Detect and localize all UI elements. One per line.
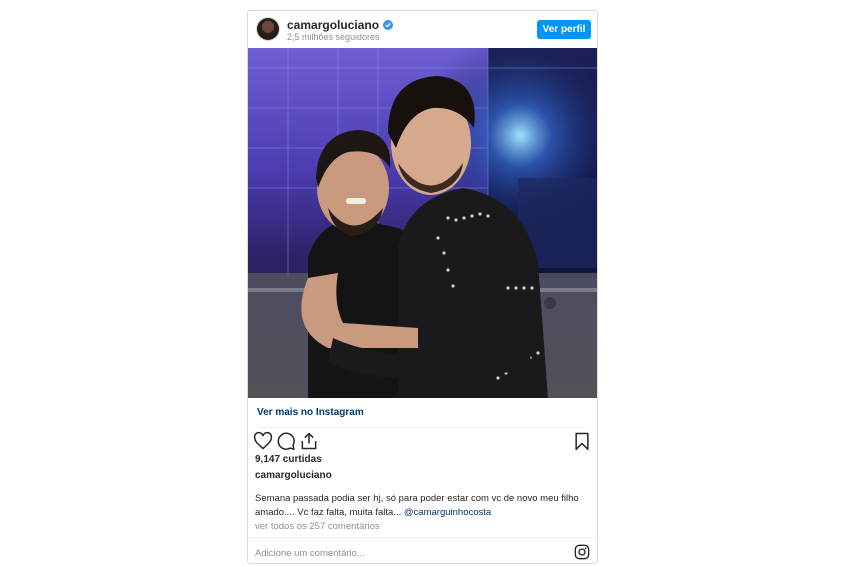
- divider: [248, 537, 597, 538]
- comment-icon[interactable]: [276, 431, 296, 451]
- divider: [257, 427, 588, 428]
- verified-badge-icon: [383, 20, 394, 30]
- caption-username[interactable]: camargoluciano: [255, 470, 332, 481]
- view-more-on-instagram-link[interactable]: Ver mais no Instagram: [257, 407, 364, 418]
- instagram-embed-card: camargoluciano 2,5 milhões seguidores Ve…: [247, 10, 598, 564]
- post-photo-image: [248, 48, 597, 398]
- like-count[interactable]: 9,147 curtidas: [255, 454, 322, 465]
- instagram-icon[interactable]: [574, 544, 590, 560]
- follower-count: 2,5 milhões seguidores: [287, 32, 380, 42]
- post-header: camargoluciano 2,5 milhões seguidores Ve…: [248, 11, 597, 48]
- heart-icon[interactable]: [253, 431, 273, 451]
- share-icon[interactable]: [299, 431, 319, 451]
- caption-mention-link[interactable]: @camarguinhocosta: [404, 507, 491, 518]
- avatar[interactable]: [257, 18, 279, 40]
- view-all-comments-link[interactable]: ver todos os 257 comentários: [255, 521, 380, 532]
- post-caption: Semana passada podia ser hj, só para pod…: [255, 492, 589, 520]
- add-comment-field[interactable]: Adicione um comentário...: [255, 548, 365, 559]
- username[interactable]: camargoluciano: [287, 18, 379, 32]
- bookmark-icon[interactable]: [572, 431, 592, 451]
- post-photo[interactable]: [248, 48, 597, 398]
- view-profile-button[interactable]: Ver perfil: [537, 20, 591, 39]
- username-row: camargoluciano: [287, 18, 394, 32]
